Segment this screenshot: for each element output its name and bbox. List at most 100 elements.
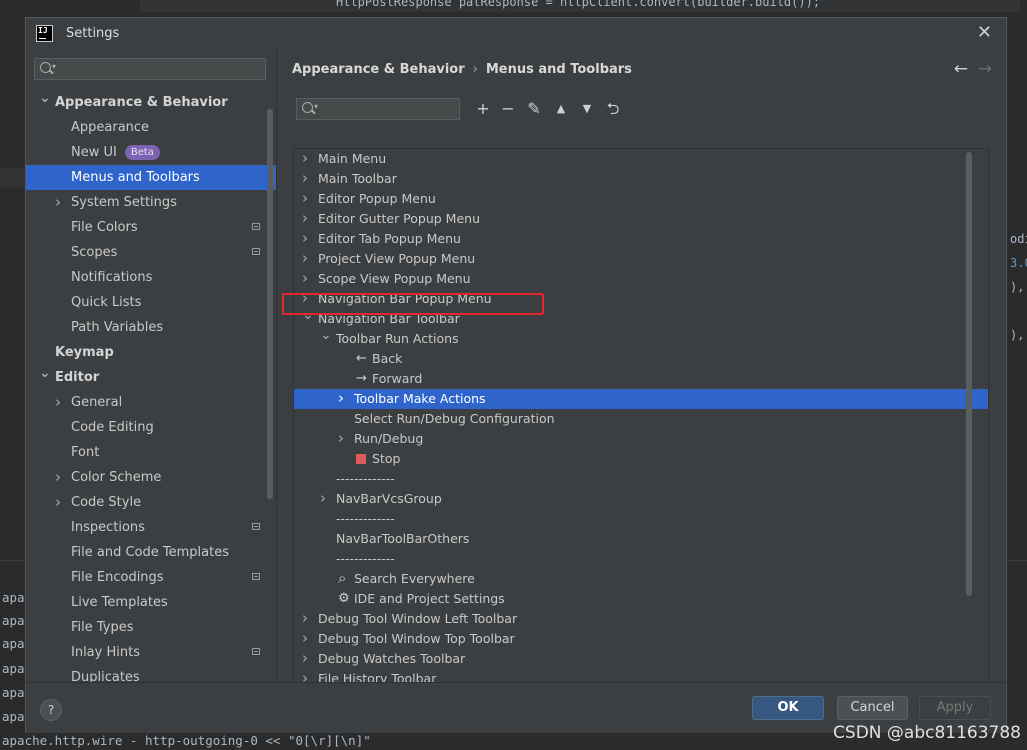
sidebar-item[interactable]: Quick Lists	[26, 290, 276, 315]
chevron-right-icon[interactable]: ›	[302, 168, 308, 188]
chevron-right-icon[interactable]: ›	[302, 628, 308, 648]
chevron-right-icon[interactable]: ›	[302, 188, 308, 208]
sidebar-item[interactable]: Font	[26, 440, 276, 465]
restore-icon[interactable]: ⮌	[602, 98, 624, 120]
sidebar-item-label: Inspections	[71, 520, 145, 535]
action-tree-item-label: Main Menu	[318, 151, 387, 166]
sidebar-item-label: File Types	[71, 620, 134, 635]
action-tree-item[interactable]: -------------	[294, 469, 988, 489]
action-tree-item[interactable]: › Main Menu	[294, 149, 988, 169]
action-tree-item[interactable]: -------------	[294, 509, 988, 529]
action-tree-item[interactable]: › Debug Watches Toolbar	[294, 649, 988, 669]
sidebar-item[interactable]: File Types	[26, 615, 276, 640]
chevron-down-icon[interactable]: ⌄	[320, 325, 332, 345]
sidebar-item[interactable]: Inlay Hints	[26, 640, 276, 665]
sidebar-item[interactable]: New UI Beta	[26, 140, 276, 165]
background-right-text: ),	[1010, 280, 1025, 294]
add-icon[interactable]: +	[472, 98, 494, 120]
action-tree-item[interactable]: › Toolbar Make Actions	[294, 389, 988, 409]
sidebar-item[interactable]: Live Templates	[26, 590, 276, 615]
chevron-right-icon[interactable]: ›	[55, 190, 61, 215]
move-down-icon[interactable]: ▼	[576, 98, 598, 120]
arrow-left-icon[interactable]: ←	[954, 59, 968, 79]
sidebar-item[interactable]: ⌄ Editor	[26, 365, 276, 390]
action-tree-item[interactable]: › Project View Popup Menu	[294, 249, 988, 269]
action-tree-item[interactable]: › Run/Debug	[294, 429, 988, 449]
sidebar-item-label: Keymap	[55, 345, 114, 360]
chevron-down-icon[interactable]: ⌄	[39, 361, 51, 386]
chevron-right-icon[interactable]: ›	[302, 268, 308, 288]
sidebar-item[interactable]: Path Variables	[26, 315, 276, 340]
edit-icon[interactable]: ✎	[523, 98, 545, 120]
sidebar-item-label: Quick Lists	[71, 295, 142, 310]
chevron-right-icon[interactable]: ›	[302, 149, 308, 168]
action-tree-item[interactable]: › Navigation Bar Popup Menu	[294, 289, 988, 309]
chevron-right-icon[interactable]: ›	[302, 668, 308, 682]
breadcrumb-section[interactable]: Appearance & Behavior	[292, 62, 465, 77]
chevron-right-icon[interactable]: ›	[302, 608, 308, 628]
settings-search-input[interactable]: ▾	[34, 58, 266, 80]
chevron-down-icon[interactable]: ⌄	[302, 305, 314, 325]
chevron-down-icon[interactable]: ⌄	[39, 86, 51, 111]
remove-icon[interactable]: −	[497, 98, 519, 120]
sidebar-item[interactable]: Code Editing	[26, 415, 276, 440]
action-tree-item[interactable]: › Scope View Popup Menu	[294, 269, 988, 289]
chevron-right-icon[interactable]: ›	[302, 648, 308, 668]
sidebar-item[interactable]: › Code Style	[26, 490, 276, 515]
sidebar-item[interactable]: Menus and Toolbars	[26, 165, 276, 190]
chevron-right-icon[interactable]: ›	[55, 465, 61, 490]
action-tree-item[interactable]: ⚙ IDE and Project Settings	[294, 589, 988, 609]
actions-search-input[interactable]: ▾	[296, 98, 460, 120]
chevron-right-icon[interactable]: ›	[302, 208, 308, 228]
action-tree-item[interactable]: NavBarToolBarOthers	[294, 529, 988, 549]
action-tree-item[interactable]: ⌄ Toolbar Run Actions	[294, 327, 988, 349]
action-tree-item[interactable]: › Debug Tool Window Top Toolbar	[294, 629, 988, 649]
sidebar-scrollbar[interactable]	[267, 109, 273, 499]
dialog-titlebar[interactable]: Settings ✕	[26, 18, 1006, 48]
chevron-right-icon[interactable]: ›	[302, 228, 308, 248]
close-icon[interactable]: ✕	[977, 22, 992, 43]
chevron-right-icon[interactable]: ›	[55, 490, 61, 515]
action-tree-item-label: Select Run/Debug Configuration	[354, 411, 555, 426]
action-tree-item[interactable]: › Editor Popup Menu	[294, 189, 988, 209]
action-tree-item[interactable]: › Editor Gutter Popup Menu	[294, 209, 988, 229]
sidebar-item[interactable]: Keymap	[26, 340, 276, 365]
move-up-icon[interactable]: ▲	[550, 98, 572, 120]
chevron-right-icon[interactable]: ›	[338, 428, 344, 448]
action-tree-item[interactable]: -------------	[294, 549, 988, 569]
action-tree-item[interactable]: Stop	[294, 449, 988, 469]
action-tree-item[interactable]: ⌕ Search Everywhere	[294, 569, 988, 589]
arrow-right-icon[interactable]: →	[978, 59, 992, 79]
chevron-right-icon[interactable]: ›	[320, 488, 326, 508]
sidebar-item[interactable]: Inspections	[26, 515, 276, 540]
action-tree-item[interactable]: › Debug Tool Window Left Toolbar	[294, 609, 988, 629]
sidebar-item[interactable]: Scopes	[26, 240, 276, 265]
action-tree-item[interactable]: ⌄ Navigation Bar Toolbar	[294, 307, 988, 329]
sidebar-item[interactable]: Notifications	[26, 265, 276, 290]
apply-button[interactable]: Apply	[919, 696, 991, 720]
sidebar-item[interactable]: › General	[26, 390, 276, 415]
sidebar-item-label: File Encodings	[71, 570, 164, 585]
chevron-right-icon[interactable]: ›	[338, 388, 344, 408]
action-tree-item[interactable]: › Editor Tab Popup Menu	[294, 229, 988, 249]
sidebar-item[interactable]: › Color Scheme	[26, 465, 276, 490]
sidebar-item[interactable]: › System Settings	[26, 190, 276, 215]
action-tree-item[interactable]: › NavBarVcsGroup	[294, 489, 988, 509]
action-tree-item[interactable]: → Forward	[294, 369, 988, 389]
sidebar-item[interactable]: File Colors	[26, 215, 276, 240]
action-tree-item[interactable]: Select Run/Debug Configuration	[294, 409, 988, 429]
action-tree-item[interactable]: › Main Toolbar	[294, 169, 988, 189]
action-tree-item[interactable]: › File History Toolbar	[294, 669, 988, 682]
chevron-right-icon[interactable]: ›	[302, 248, 308, 268]
ok-button[interactable]: OK	[752, 696, 824, 720]
help-button[interactable]: ?	[40, 699, 62, 721]
sidebar-item[interactable]: File and Code Templates	[26, 540, 276, 565]
sidebar-item[interactable]: Appearance	[26, 115, 276, 140]
cancel-button[interactable]: Cancel	[837, 696, 908, 720]
sidebar-item[interactable]: File Encodings	[26, 565, 276, 590]
actions-scrollbar[interactable]	[966, 152, 972, 596]
action-tree-item[interactable]: ← Back	[294, 349, 988, 369]
chevron-right-icon[interactable]: ›	[55, 390, 61, 415]
sidebar-item-label: Code Editing	[71, 420, 154, 435]
sidebar-item[interactable]: ⌄ Appearance & Behavior	[26, 90, 276, 115]
